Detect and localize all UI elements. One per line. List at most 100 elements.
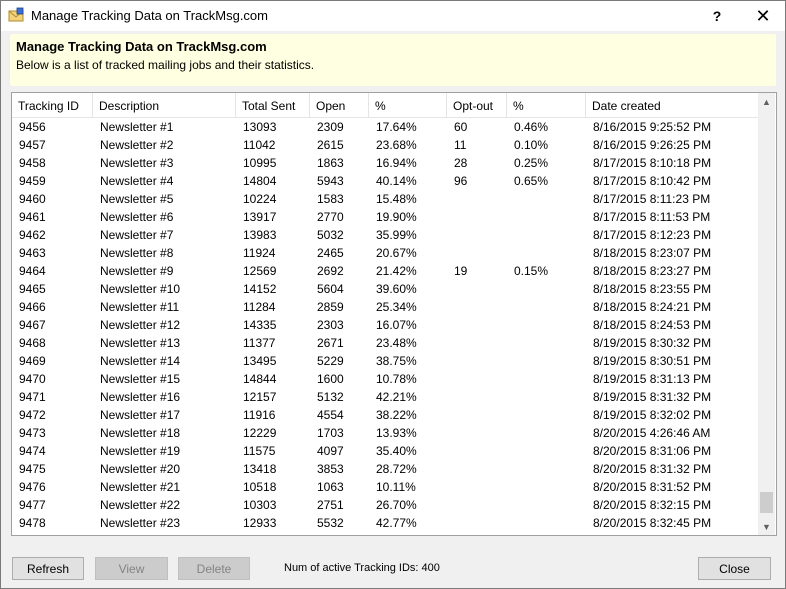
cell-open-percent: 26.70% <box>376 498 417 512</box>
scroll-up-arrow-icon[interactable]: ▲ <box>758 93 775 110</box>
window-close-button[interactable]: ✕ <box>743 1 783 31</box>
cell-date-created: 8/18/2015 8:24:53 PM <box>593 318 712 332</box>
cell-total-sent: 11042 <box>243 138 276 152</box>
cell-open-percent: 23.48% <box>376 336 417 350</box>
cell-open-percent: 13.93% <box>376 426 417 440</box>
panel-description: Below is a list of tracked mailing jobs … <box>16 58 315 72</box>
cell-open: 3853 <box>317 462 344 476</box>
scroll-down-arrow-icon[interactable]: ▼ <box>758 518 775 535</box>
table-row[interactable]: 9476 Newsletter #21 10518 1063 10.11% 8/20/20… <box>12 478 758 496</box>
cell-tracking-id: 9456 <box>19 120 46 134</box>
column-header-open[interactable]: Open <box>310 93 369 117</box>
cell-date-created: 8/19/2015 8:31:13 PM <box>593 372 712 386</box>
cell-open-percent: 19.90% <box>376 210 417 224</box>
delete-button[interactable]: Delete <box>178 557 250 580</box>
cell-opt-out-percent <box>507 280 586 298</box>
cell-opt-out-percent <box>507 406 586 424</box>
table-row[interactable]: 9465 Newsletter #10 14152 5604 39.60% 8/18/20… <box>12 280 758 298</box>
cell-tracking-id: 9461 <box>19 210 46 224</box>
cell-tracking-id: 9474 <box>19 444 46 458</box>
cell-total-sent: 11377 <box>243 336 276 350</box>
help-button[interactable]: ? <box>697 1 737 31</box>
cell-tracking-id: 9468 <box>19 336 46 350</box>
cell-open: 2309 <box>317 120 344 134</box>
cell-tracking-id: 9475 <box>19 462 46 476</box>
table-row[interactable]: 9466 Newsletter #11 11284 2859 25.34% 8/18/20… <box>12 298 758 316</box>
cell-open-percent: 38.75% <box>376 354 417 368</box>
cell-description: Newsletter #2 <box>100 138 174 152</box>
column-header-total-sent[interactable]: Total Sent <box>236 93 310 117</box>
cell-total-sent: 11924 <box>243 246 276 260</box>
column-header-opt-out-percent[interactable]: % <box>507 93 586 117</box>
cell-open: 5032 <box>317 228 344 242</box>
cell-opt-out <box>447 424 507 442</box>
table-row[interactable]: 9464 Newsletter #9 12569 2692 21.42% 19 0.15% 8… <box>12 262 758 280</box>
column-header-description[interactable]: Description <box>93 93 236 117</box>
column-header-opt-out[interactable]: Opt-out <box>447 93 507 117</box>
title-bar: Manage Tracking Data on TrackMsg.com ? ✕ <box>1 1 785 31</box>
cell-description: Newsletter #23 <box>100 516 181 530</box>
cell-date-created: 8/19/2015 8:30:51 PM <box>593 354 712 368</box>
cell-description: Newsletter #13 <box>100 336 181 350</box>
table-row[interactable]: 9472 Newsletter #17 11916 4554 38.22% 8/19/20… <box>12 406 758 424</box>
window-title: Manage Tracking Data on TrackMsg.com <box>31 8 268 23</box>
list-header: Tracking ID Description Total Sent Open … <box>12 93 758 118</box>
cell-open: 1863 <box>317 156 344 170</box>
table-row[interactable]: 9474 Newsletter #19 11575 4097 35.40% 8/20/20… <box>12 442 758 460</box>
view-button[interactable]: View <box>95 557 168 580</box>
table-row[interactable]: 9461 Newsletter #6 13917 2770 19.90% 8/17/201… <box>12 208 758 226</box>
column-header-open-percent[interactable]: % <box>369 93 447 117</box>
scrollbar-thumb[interactable] <box>760 492 773 513</box>
table-row[interactable]: 9463 Newsletter #8 11924 2465 20.67% 8/18/201… <box>12 244 758 262</box>
close-button[interactable]: Close <box>698 557 771 580</box>
cell-opt-out-percent: 0.65% <box>514 174 549 188</box>
refresh-button[interactable]: Refresh <box>12 557 84 580</box>
table-row[interactable]: 9475 Newsletter #20 13418 3853 28.72% 8/20/20… <box>12 460 758 478</box>
table-row[interactable]: 9471 Newsletter #16 12157 5132 42.21% 8/19/20… <box>12 388 758 406</box>
table-row[interactable]: 9457 Newsletter #2 11042 2615 23.68% 11 0.10% 8… <box>12 136 758 154</box>
cell-open: 1063 <box>317 480 344 494</box>
cell-opt-out-percent <box>507 316 586 334</box>
cell-total-sent: 10303 <box>243 498 277 512</box>
cell-open: 2615 <box>317 138 344 152</box>
cell-open: 1583 <box>317 192 344 206</box>
table-row[interactable]: 9467 Newsletter #12 14335 2303 16.07% 8/18/20… <box>12 316 758 334</box>
table-row[interactable]: 9473 Newsletter #18 12229 1703 13.93% 8/20/20… <box>12 424 758 442</box>
cell-tracking-id: 9457 <box>19 138 46 152</box>
table-row[interactable]: 9470 Newsletter #15 14844 1600 10.78% 8/19/20… <box>12 370 758 388</box>
cell-total-sent: 13093 <box>243 120 277 134</box>
cell-total-sent: 11916 <box>243 408 276 422</box>
cell-opt-out: 11 <box>454 138 467 152</box>
cell-tracking-id: 9472 <box>19 408 46 422</box>
cell-description: Newsletter #14 <box>100 354 181 368</box>
column-header-date-created[interactable]: Date created <box>586 93 758 117</box>
cell-opt-out-percent <box>507 190 586 208</box>
table-row[interactable]: 9469 Newsletter #14 13495 5229 38.75% 8/19/20… <box>12 352 758 370</box>
cell-tracking-id: 9473 <box>19 426 46 440</box>
table-row[interactable]: 9462 Newsletter #7 13983 5032 35.99% 8/17/201… <box>12 226 758 244</box>
tracking-list[interactable]: Tracking ID Description Total Sent Open … <box>11 92 777 536</box>
table-row[interactable]: 9456 Newsletter #1 13093 2309 17.64% 60 0.46% 8… <box>12 118 758 136</box>
cell-tracking-id: 9464 <box>19 264 46 278</box>
table-row[interactable]: 9468 Newsletter #13 11377 2671 23.48% 8/19/20… <box>12 334 758 352</box>
cell-open: 2465 <box>317 246 344 260</box>
vertical-scrollbar[interactable]: ▲ ▼ <box>758 93 775 535</box>
table-row[interactable]: 9458 Newsletter #3 10995 1863 16.94% 28 0.25% 8… <box>12 154 758 172</box>
cell-total-sent: 13495 <box>243 354 277 368</box>
cell-tracking-id: 9462 <box>19 228 46 242</box>
column-header-tracking-id[interactable]: Tracking ID <box>12 93 93 117</box>
cell-total-sent: 14335 <box>243 318 277 332</box>
cell-date-created: 8/17/2015 8:11:23 PM <box>593 192 711 206</box>
table-row[interactable]: 9460 Newsletter #5 10224 1583 15.48% 8/17/201… <box>12 190 758 208</box>
table-row[interactable]: 9478 Newsletter #23 12933 5532 42.77% 8/20/20… <box>12 514 758 532</box>
table-row[interactable]: 9477 Newsletter #22 10303 2751 26.70% 8/20/20… <box>12 496 758 514</box>
cell-date-created: 8/16/2015 9:25:52 PM <box>593 120 712 134</box>
info-panel: Manage Tracking Data on TrackMsg.com Bel… <box>10 34 776 86</box>
cell-open-percent: 40.14% <box>376 174 417 188</box>
cell-date-created: 8/17/2015 8:10:18 PM <box>593 156 712 170</box>
cell-total-sent: 10518 <box>243 480 277 494</box>
cell-tracking-id: 9459 <box>19 174 46 188</box>
table-row[interactable]: 9459 Newsletter #4 14804 5943 40.14% 96 0.65% 8… <box>12 172 758 190</box>
cell-opt-out <box>447 388 507 406</box>
cell-description: Newsletter #5 <box>100 192 174 206</box>
